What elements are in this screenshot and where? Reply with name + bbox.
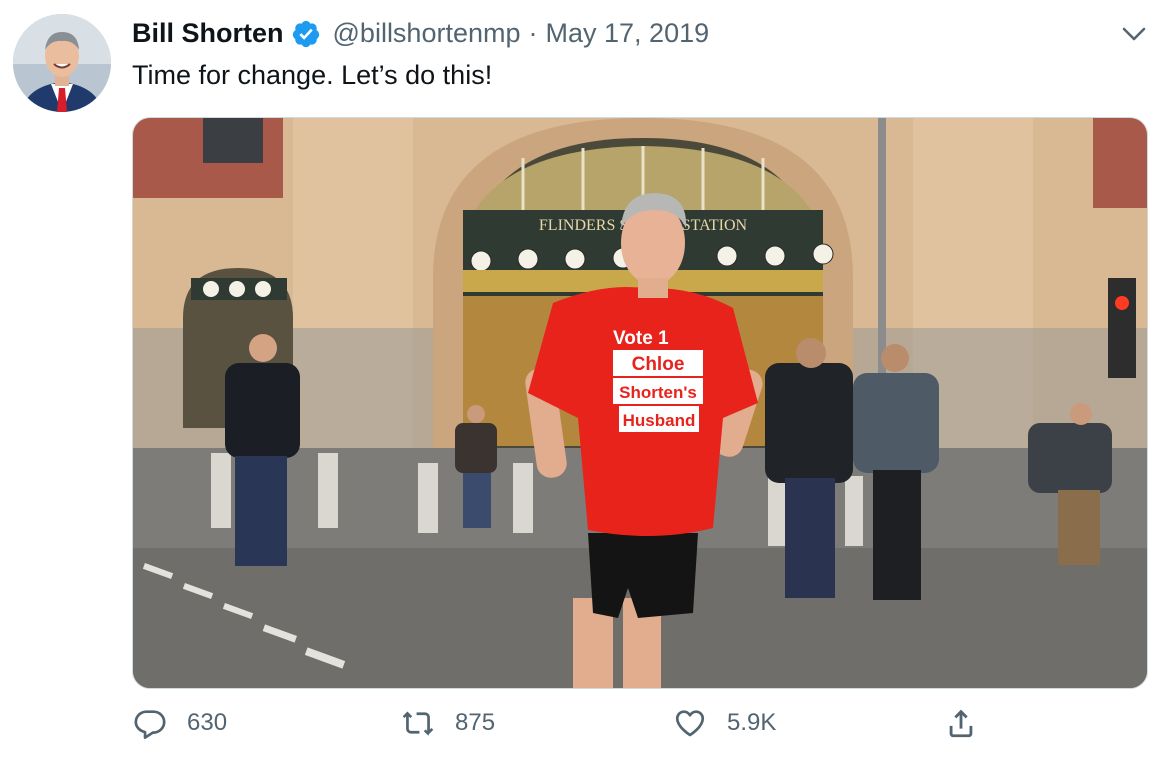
reply-button[interactable]: 630 [133,706,227,740]
header-separator: · [528,18,538,48]
like-button[interactable]: 5.9K [673,706,776,740]
retweet-button[interactable]: 875 [401,706,495,740]
display-name[interactable]: Bill Shorten [132,18,284,49]
shirt-line-3: Shorten's [619,383,697,402]
verified-badge-icon [291,19,321,49]
share-icon [949,709,973,738]
user-handle[interactable]: @billshortenmp [333,18,521,49]
shirt-line-1: Vote 1 [613,328,669,349]
tweet-header: Bill Shorten @billshortenmp · May 17, 20… [132,18,709,49]
share-button[interactable] [944,706,978,740]
photo-scene: FLINDERS STREET STATION [133,118,1147,688]
reply-count: 630 [187,709,228,736]
retweet-icon [402,711,434,736]
shirt-line-4: Husband [623,411,696,430]
chevron-down-icon[interactable] [1120,22,1148,46]
tweet-photo[interactable]: FLINDERS STREET STATION [132,117,1148,689]
reply-icon [134,710,166,739]
tweet-actions: 630 875 5.9K [0,706,1170,756]
like-icon [675,710,705,737]
like-count: 5.9K [727,709,777,736]
retweet-count: 875 [455,709,496,736]
tweet-text: Time for change. Let’s do this! [132,60,493,90]
avatar-image [13,14,111,112]
tweet: Bill Shorten @billshortenmp · May 17, 20… [0,0,1170,757]
shirt-line-2: Chloe [632,354,685,375]
tweet-date[interactable]: May 17, 2019 [546,18,710,49]
avatar[interactable] [13,14,111,112]
